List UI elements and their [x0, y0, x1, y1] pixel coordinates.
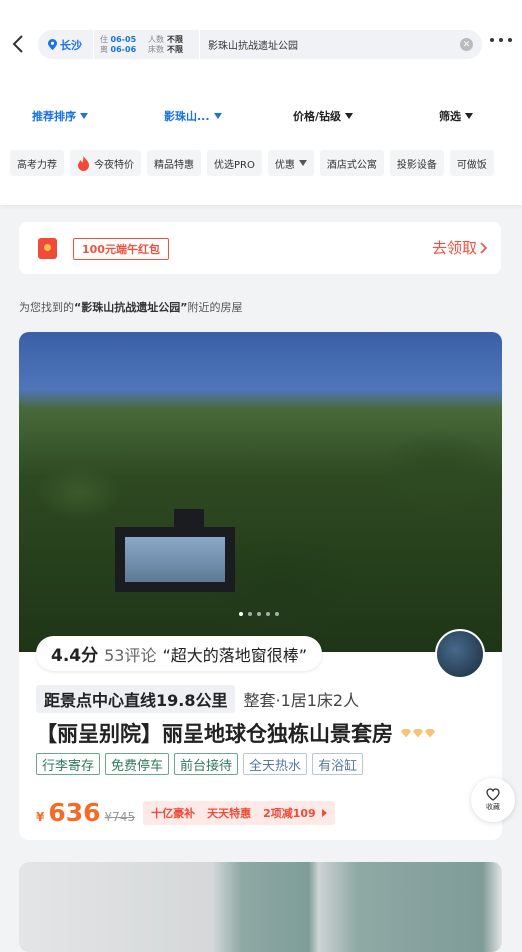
dropdown-arrow-icon: [345, 113, 354, 119]
chip-tonight[interactable]: 今夜特价: [70, 150, 141, 176]
sort-price-label: 价格/钻级: [293, 110, 342, 123]
listing-title[interactable]: 【丽呈别院】丽呈地球仓独栋山景套房: [36, 718, 435, 748]
city-name: 长沙: [60, 38, 82, 52]
chip-apartment[interactable]: 酒店式公寓: [319, 150, 384, 176]
promo-claim-button[interactable]: 去领取: [432, 237, 487, 258]
dropdown-arrow-icon: [465, 113, 473, 119]
tag: 全天热水: [243, 753, 308, 775]
chip-label: 高考力荐: [17, 159, 57, 171]
guests-value: 不限: [167, 34, 183, 44]
sort-bar: 推荐排序 影珠山... 价格/钻级 筛选: [0, 104, 522, 128]
tag: 前台接待: [174, 753, 239, 775]
chip-label: 今夜特价: [94, 159, 134, 171]
chip-label: 优选PRO: [214, 159, 255, 171]
tag: 免费停车: [105, 753, 170, 775]
rating-badge: 4.4分 53评论 “超大的落地窗很棒”: [36, 636, 323, 671]
beds-label: 床数: [148, 44, 164, 54]
guests-label: 人数: [148, 34, 164, 44]
listing-photo[interactable]: [19, 332, 502, 652]
red-envelope-icon: [38, 238, 57, 259]
sort-filter-label: 筛选: [439, 110, 461, 123]
sort-price[interactable]: 价格/钻级: [293, 108, 354, 124]
deal-label: 天天特惠: [207, 806, 252, 820]
cabin-image: [115, 527, 235, 592]
chip-label: 精品特惠: [154, 159, 194, 171]
promo-claim-label: 去领取: [431, 239, 477, 257]
favorite-button[interactable]: 收藏: [471, 778, 515, 822]
guest-selector[interactable]: 人数 不限 床数 不限: [144, 35, 199, 55]
header: 长沙 住 06-05 离 06-06 人数 不限 床数 不限 影珠山抗战遗址公园 ✕…: [0, 0, 522, 205]
deal-label: 十亿豪补: [151, 806, 196, 820]
checkin-date: 06-05: [110, 34, 137, 44]
search-bar[interactable]: 长沙 住 06-05 离 06-06 人数 不限 床数 不限 影珠山抗战遗址公园 ✕: [38, 30, 482, 59]
price-row: ¥ 636 ¥745 十亿豪补 天天特惠 2项减109: [36, 798, 335, 827]
review-count: 53评论: [104, 645, 157, 665]
chip-label: 投影设备: [396, 159, 437, 171]
promo-tag: 100元端午红包: [73, 238, 169, 260]
city-selector[interactable]: 长沙: [38, 37, 93, 53]
price: 636: [48, 798, 101, 827]
favorite-label: 收藏: [486, 803, 500, 811]
date-selector[interactable]: 住 06-05 离 06-06: [94, 35, 144, 55]
chip-discount[interactable]: 优惠: [267, 150, 314, 176]
chip-label: 优惠: [274, 159, 295, 171]
results-prefix: 为您找到的: [19, 301, 74, 314]
listing-card[interactable]: 4.4分 53评论 “超大的落地窗很棒” 距景点中心直线19.8公里 整套·1居…: [19, 332, 502, 840]
sort-recommend-label: 推荐排序: [32, 110, 76, 123]
deal-badge[interactable]: 十亿豪补 天天特惠 2项减109: [143, 800, 335, 825]
results-suffix: 附近的房屋: [187, 301, 243, 314]
dropdown-arrow-icon: [213, 113, 222, 119]
sort-filter[interactable]: 筛选: [439, 108, 473, 124]
quick-filter-chips: 高考力荐 今夜特价 精品特惠 优选PRO 优惠 酒店式公寓 投影设备 可做饭: [10, 150, 494, 176]
room-type: 整套·1居1床2人: [243, 691, 360, 710]
sort-location[interactable]: 影珠山...: [164, 108, 222, 124]
host-avatar[interactable]: [435, 629, 485, 679]
checkout-date: 06-06: [110, 44, 137, 54]
diamond-rating-icon: [401, 728, 435, 738]
back-button[interactable]: [8, 30, 28, 58]
original-price: ¥745: [104, 810, 136, 824]
chip-label: 可做饭: [456, 159, 487, 171]
distance-row: 距景点中心直线19.8公里 整套·1居1床2人: [36, 685, 360, 713]
rating-score: 4.4分: [51, 646, 99, 666]
distance: 距景点中心直线19.8公里: [36, 685, 236, 713]
tag: 有浴缸: [312, 753, 364, 775]
review-quote: “超大的落地窗很棒”: [162, 645, 308, 665]
sort-location-label: 影珠山...: [164, 110, 210, 123]
carousel-indicator: [239, 612, 279, 616]
currency: ¥: [36, 810, 45, 824]
deal-label: 2项减109: [263, 806, 316, 820]
chip-gaokao[interactable]: 高考力荐: [10, 150, 64, 176]
search-keyword[interactable]: 影珠山抗战遗址公园: [200, 37, 460, 52]
results-caption: 为您找到的“影珠山抗战遗址公园”附近的房屋: [19, 299, 242, 315]
dropdown-arrow-icon: [298, 160, 307, 166]
checkout-label: 离: [100, 44, 108, 54]
heart-icon: [486, 788, 500, 801]
dropdown-arrow-icon: [80, 113, 88, 119]
more-icon[interactable]: [490, 38, 512, 42]
chip-kitchen[interactable]: 可做饭: [449, 150, 494, 176]
promo-banner[interactable]: 100元端午红包 去领取: [19, 222, 501, 274]
checkin-label: 住: [100, 34, 108, 44]
chip-pro[interactable]: 优选PRO: [207, 150, 262, 176]
caret-right-icon: [321, 808, 327, 817]
beds-value: 不限: [167, 44, 183, 54]
cabin-image: [174, 509, 204, 529]
tag: 行李寄存: [36, 753, 101, 775]
chip-label: 酒店式公寓: [326, 159, 377, 171]
fire-icon: [78, 155, 89, 171]
clear-icon[interactable]: ✕: [460, 38, 473, 51]
chevron-right-icon: [480, 241, 487, 254]
listing-photo[interactable]: [19, 862, 502, 952]
sort-recommend[interactable]: 推荐排序: [32, 108, 88, 124]
back-arrow-icon: [12, 35, 23, 53]
chip-boutique[interactable]: 精品特惠: [147, 150, 201, 176]
results-keyword: “影珠山抗战遗址公园”: [74, 301, 188, 314]
chip-projector[interactable]: 投影设备: [389, 150, 444, 176]
location-pin-icon: [48, 39, 57, 50]
amenity-tags: 行李寄存 免费停车 前台接待 全天热水 有浴缸: [36, 753, 364, 775]
listing-card[interactable]: [19, 862, 502, 952]
listing-name: 【丽呈别院】丽呈地球仓独栋山景套房: [36, 722, 393, 746]
